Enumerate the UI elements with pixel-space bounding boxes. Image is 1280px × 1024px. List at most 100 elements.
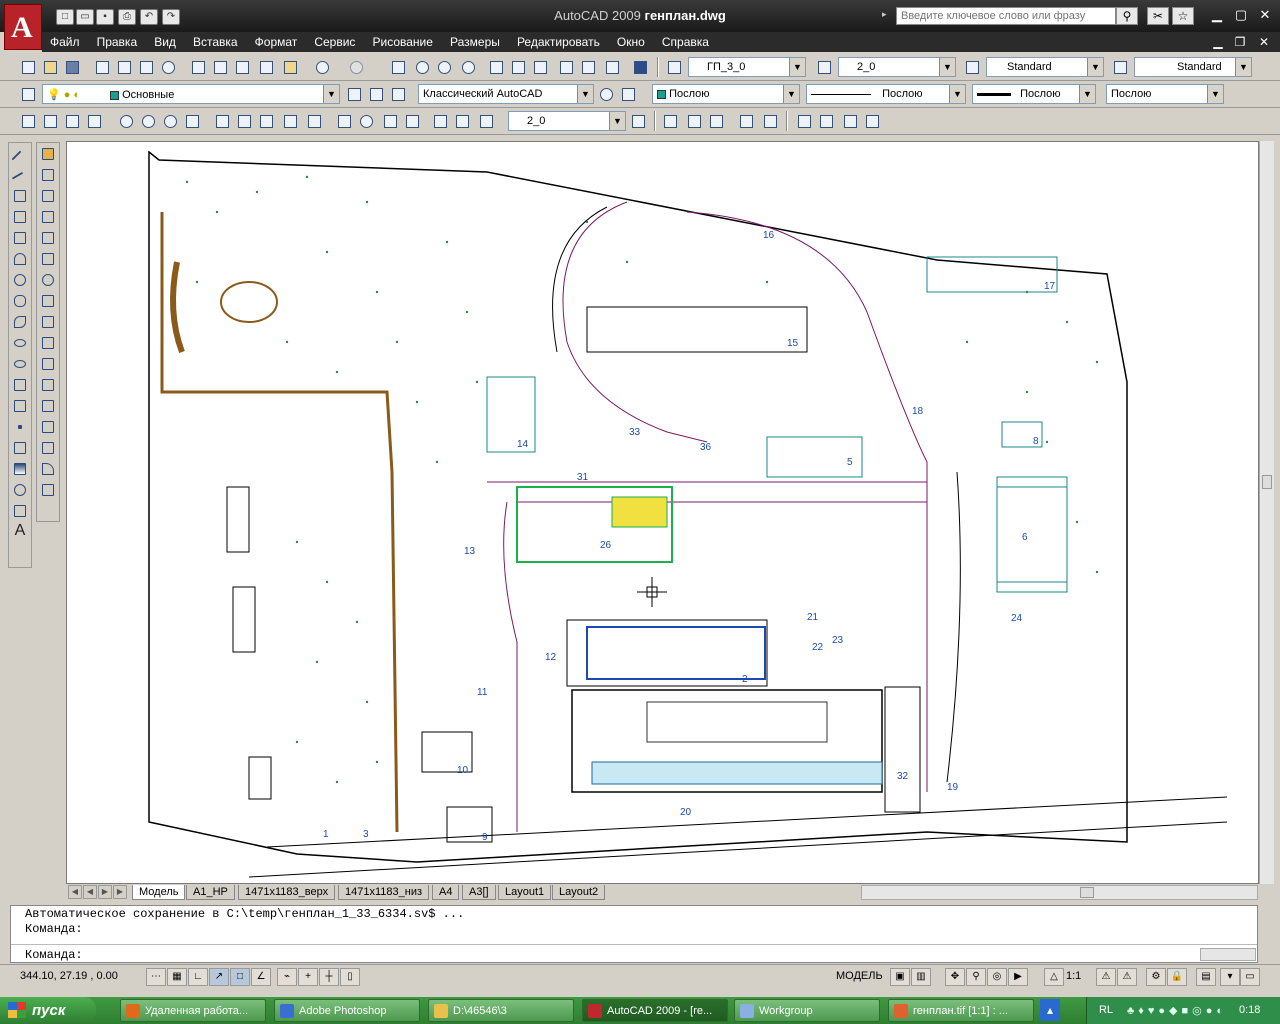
dimension-update-icon[interactable]: [476, 111, 496, 131]
publish-icon[interactable]: [136, 57, 156, 77]
coordinates-readout[interactable]: 344.10, 27.19 , 0.00: [20, 970, 118, 982]
tab-prev-icon[interactable]: ◀: [83, 885, 97, 899]
tab-a1-hp[interactable]: A1_HP: [186, 885, 235, 900]
block-editor-icon[interactable]: [280, 57, 300, 77]
multileader-collect-icon[interactable]: [760, 111, 780, 131]
communication-center-icon[interactable]: ✂: [1147, 7, 1169, 25]
tab-a3[interactable]: A3[]: [462, 885, 496, 900]
revision-cloud-icon[interactable]: [10, 291, 30, 311]
text-style-select[interactable]: ГП_3_0 ▼: [688, 57, 806, 77]
redo-icon[interactable]: ↷: [162, 9, 180, 25]
help-icon[interactable]: [630, 57, 650, 77]
3d-dwf-icon[interactable]: [158, 57, 178, 77]
task-overflow-icon[interactable]: ▴: [1040, 999, 1060, 1021]
remove-leader-icon[interactable]: [706, 111, 726, 131]
break-icon[interactable]: [38, 396, 58, 416]
erase-icon[interactable]: [38, 144, 58, 164]
continue-dimension-icon[interactable]: [256, 111, 276, 131]
multiline-text-icon[interactable]: A: [10, 522, 30, 542]
tab-next-icon[interactable]: ▶: [98, 885, 112, 899]
auto-scale-icon[interactable]: ⚠: [1117, 968, 1137, 986]
gradient-icon[interactable]: [10, 459, 30, 479]
object-snap-icon[interactable]: □: [230, 968, 250, 986]
menu-tools[interactable]: Сервис: [306, 32, 361, 49]
task-folder[interactable]: D:\46546\3: [428, 999, 574, 1022]
vertical-scrollbar[interactable]: [1259, 141, 1274, 884]
aligned-dimension-icon[interactable]: [40, 111, 60, 131]
vertical-scroll-thumb[interactable]: [1262, 475, 1272, 489]
pan-icon[interactable]: [388, 57, 408, 77]
tab-1471-verh[interactable]: 1471x1183_верх: [238, 885, 336, 900]
copy-icon[interactable]: [210, 57, 230, 77]
match-properties-icon[interactable]: [256, 57, 276, 77]
task-remote[interactable]: Удаленная работа...: [120, 999, 266, 1022]
horizontal-scrollbar[interactable]: [861, 885, 1258, 900]
annotation-scale-icon[interactable]: △: [1044, 968, 1064, 986]
workspace-save-icon[interactable]: [618, 84, 638, 104]
design-center-icon[interactable]: [508, 57, 528, 77]
annotation-scale-value[interactable]: 1:1: [1066, 970, 1081, 982]
command-prompt[interactable]: Команда:: [25, 948, 83, 962]
radius-dimension-icon[interactable]: [116, 111, 136, 131]
polygon-icon[interactable]: [10, 207, 30, 227]
dimension-text-edit-icon[interactable]: [452, 111, 472, 131]
tray-icons[interactable]: ♣♦♥●◆■◎●◐: [1127, 1004, 1227, 1017]
dimension-edit-icon[interactable]: [430, 111, 450, 131]
ortho-mode-icon[interactable]: ∟: [188, 968, 208, 986]
arc-length-icon[interactable]: [62, 111, 82, 131]
baseline-dimension-icon[interactable]: [234, 111, 254, 131]
menu-edit[interactable]: Правка: [89, 32, 144, 49]
save-file-icon[interactable]: [62, 57, 82, 77]
layer-manager-icon[interactable]: [18, 84, 38, 104]
showmotion-icon[interactable]: ▶: [1008, 968, 1028, 986]
menu-dimension[interactable]: Размеры: [442, 32, 506, 49]
lock-icon[interactable]: 🔒: [1167, 968, 1187, 986]
tab-last-icon[interactable]: ▶: [113, 885, 127, 899]
circle-icon[interactable]: [10, 270, 30, 290]
zoom-window-icon[interactable]: [434, 57, 454, 77]
multileader-style-select[interactable]: Standard ▼: [1134, 57, 1252, 77]
arc-icon[interactable]: [10, 249, 30, 269]
object-snap-tracking-icon[interactable]: ∠: [251, 968, 271, 986]
snap-mode-icon[interactable]: ⋯: [146, 968, 166, 986]
mirror-icon[interactable]: [38, 186, 58, 206]
dim-scale-select[interactable]: 2_0 ▼: [838, 57, 956, 77]
markup-icon[interactable]: [578, 57, 598, 77]
linetype-select[interactable]: Послою ▼: [806, 84, 966, 104]
linear-dimension-icon[interactable]: [18, 111, 38, 131]
draworder-front-icon[interactable]: [794, 111, 814, 131]
workspace-switch-icon[interactable]: ⚙: [1146, 968, 1166, 986]
hatch-icon[interactable]: [10, 438, 30, 458]
grid-display-icon[interactable]: ▦: [167, 968, 187, 986]
menu-file[interactable]: Файл: [42, 32, 86, 49]
paste-icon[interactable]: [232, 57, 252, 77]
dim-style-icon[interactable]: [814, 57, 834, 77]
command-scrollbar[interactable]: [1200, 948, 1256, 961]
tab-layout1[interactable]: Layout1: [498, 885, 552, 900]
dimension-space-icon[interactable]: [280, 111, 300, 131]
favorites-icon[interactable]: ☆: [1172, 7, 1194, 25]
tab-a4[interactable]: A4: [432, 885, 460, 900]
layer-select[interactable]: 💡 ● ◐ Основные ▼: [42, 84, 340, 104]
autocad-logo-icon[interactable]: A: [4, 4, 42, 50]
extend-icon[interactable]: [38, 354, 58, 374]
rotate-icon[interactable]: [38, 270, 58, 290]
undo-arrow-icon[interactable]: [312, 57, 332, 77]
ellipse-arc-icon[interactable]: [10, 354, 30, 374]
tray-settings-icon[interactable]: ▤: [1196, 968, 1216, 986]
tool-palettes-icon[interactable]: [530, 57, 550, 77]
minimize-icon[interactable]: ▁: [1208, 8, 1226, 24]
open-file-icon[interactable]: [40, 57, 60, 77]
angular-dimension-icon[interactable]: [182, 111, 202, 131]
chamfer-icon[interactable]: [38, 438, 58, 458]
insert-block-icon[interactable]: [10, 375, 30, 395]
quick-properties-icon[interactable]: ▯: [340, 968, 360, 986]
jogged-dimension-icon[interactable]: [138, 111, 158, 131]
maximize-icon[interactable]: ▢: [1232, 8, 1250, 24]
quick-dimension-icon[interactable]: [212, 111, 232, 131]
make-current-layer-icon[interactable]: [344, 84, 364, 104]
plot-icon[interactable]: [92, 57, 112, 77]
new-icon[interactable]: □: [56, 9, 74, 25]
draworder-back-icon[interactable]: [816, 111, 836, 131]
dimension-style-icon[interactable]: [628, 111, 648, 131]
